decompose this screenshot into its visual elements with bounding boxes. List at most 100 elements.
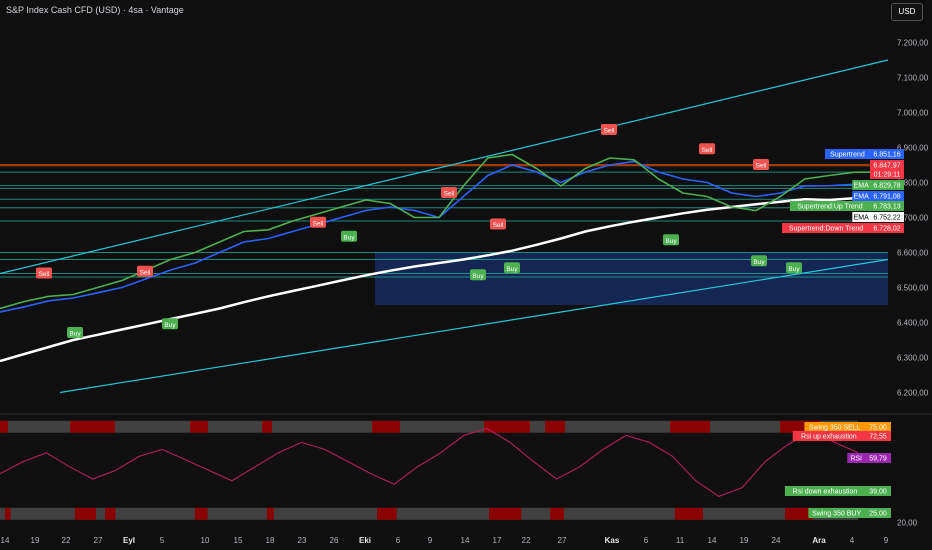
rsi-panel: Swing 350 SELL 75,00 Rsi up exhaustion 72,5… — [0, 413, 932, 528]
rsi-y-tick: 20,00 — [897, 519, 918, 528]
price-label-value: 6.791,08 — [873, 194, 900, 201]
rsi-label-name: Rsi down exhaustion — [793, 489, 858, 496]
rsi-label-value: 25,00 — [869, 511, 887, 518]
x-tick-label: 17 — [493, 536, 502, 545]
signal-buy: Buy — [470, 269, 486, 281]
price-label-name: Supertrend — [830, 152, 865, 159]
signal-buy: Buy — [341, 230, 357, 242]
rsi-label-name: Swing 350 BUY — [812, 511, 861, 518]
signal-sell: Sell — [36, 267, 52, 279]
x-tick-label: 22 — [522, 536, 531, 545]
signal-label: Sell — [140, 269, 151, 276]
x-tick-label: 24 — [772, 536, 781, 545]
y-tick-label: 7.200,00 — [897, 39, 929, 48]
x-tick-label: Kas — [605, 536, 620, 545]
signal-buy: Buy — [751, 255, 767, 267]
rsi-label-name: Rsi up exhaustion — [801, 434, 857, 441]
y-tick-label: 6.200,00 — [897, 389, 929, 398]
rsi-sell-block — [0, 420, 8, 433]
x-tick-label: 5 — [160, 536, 165, 545]
signal-sell: Sell — [441, 187, 457, 198]
rsi-buy-block — [267, 507, 274, 520]
x-tick-label: 27 — [558, 536, 567, 545]
rsi-label-name: Swing 350 SELL — [809, 425, 861, 432]
x-tick-label: 9 — [884, 536, 889, 545]
signal-sell: Sell — [490, 218, 506, 230]
x-axis: 14 19 22 27 Eyl 5 10 15 18 23 26 Eki 6 9 14 17 22 27 Kas 6 1… — [1, 536, 889, 545]
rsi-label-value: 59,79 — [869, 456, 887, 463]
x-tick-label: 19 — [31, 536, 40, 545]
x-tick-label: 10 — [201, 536, 210, 545]
rsi-sell-block — [70, 420, 100, 433]
channel-layer — [0, 59, 889, 394]
signal-label: Sell — [39, 271, 50, 278]
signal-buy: Buy — [786, 262, 802, 274]
rsi-buy-block — [489, 507, 522, 520]
y-tick-label: 6.300,00 — [897, 354, 929, 363]
signal-buy: Buy — [67, 327, 83, 338]
rsi-sell-block — [670, 420, 710, 433]
x-tick-label: 19 — [740, 536, 749, 545]
signal-label: Buy — [788, 266, 800, 273]
signal-label: Buy — [69, 331, 81, 338]
x-tick-label: 14 — [708, 536, 717, 545]
signal-sell: Sell — [601, 124, 617, 135]
x-tick-label: Ara — [812, 536, 826, 545]
rsi-sell-block — [545, 420, 565, 433]
rsi-buy-block — [377, 507, 397, 520]
y-tick-label: 7.000,00 — [897, 109, 929, 118]
signal-label: Buy — [753, 259, 765, 266]
x-tick-label: 18 — [266, 536, 275, 545]
y-tick-label: 6.500,00 — [897, 284, 929, 293]
rsi-label-value: 75,00 — [869, 425, 887, 432]
rsi-buy-block — [195, 507, 208, 520]
x-tick-label: 23 — [298, 536, 307, 545]
x-tick-label: 9 — [428, 536, 433, 545]
signal-label: Buy — [665, 238, 677, 245]
x-tick-label: 22 — [62, 536, 71, 545]
rsi-sell-block — [262, 420, 272, 433]
y-tick-label: 6.600,00 — [897, 249, 929, 258]
signal-label: Buy — [343, 234, 355, 241]
x-tick-label: 15 — [234, 536, 243, 545]
signal-label: Sell — [756, 163, 767, 170]
rsi-line — [0, 427, 859, 498]
signal-label: Buy — [164, 322, 176, 329]
rsi-sell-band — [0, 420, 858, 433]
price-labels: Supertrend 6.851,166.847,9701:29:11EMA 6.8… — [782, 149, 904, 233]
chart-canvas[interactable]: Sell Sell Buy Buy Sell Buy Sell Buy Sell Buy Sell S… — [0, 0, 932, 550]
price-label-value: 6.728,02 — [873, 226, 900, 233]
rsi-buy-block — [5, 507, 11, 520]
rsi-sell-block — [190, 420, 208, 433]
rsi-buy-block — [675, 507, 703, 520]
signal-buy: Buy — [504, 262, 520, 274]
rsi-buy-block — [105, 507, 116, 520]
x-tick-label: Eki — [359, 536, 371, 545]
signal-buy: Buy — [663, 234, 679, 246]
x-tick-label: 14 — [461, 536, 470, 545]
rsi-sell-block — [372, 420, 400, 433]
price-label-name: Supertrend:Down Trend — [789, 226, 863, 233]
x-tick-label: 11 — [676, 536, 685, 545]
y-tick-label: 7.100,00 — [897, 74, 929, 83]
signal-sell: Sell — [137, 265, 153, 277]
signal-label: Sell — [444, 191, 455, 198]
x-tick-label: 26 — [330, 536, 339, 545]
rsi-label-name: RSI — [850, 456, 862, 463]
x-tick-label: 6 — [396, 536, 401, 545]
x-tick-label: 27 — [94, 536, 103, 545]
y-tick-label: 6.400,00 — [897, 319, 929, 328]
signal-label: Sell — [313, 220, 324, 227]
signal-label: Buy — [506, 266, 518, 273]
rsi-sell-block — [100, 420, 115, 433]
x-tick-label: 4 — [850, 536, 855, 545]
price-label-name: EMA — [854, 215, 870, 222]
signal-buy: Buy — [162, 318, 178, 330]
signals-layer: Sell Sell Buy Buy Sell Buy Sell Buy Sell Buy Sell S… — [36, 124, 802, 338]
signal-sell: Sell — [310, 216, 326, 228]
rsi-label-value: 39,00 — [869, 489, 887, 496]
price-label-name: Supertrend:Up Trend — [797, 204, 862, 211]
rsi-buy-block — [75, 507, 96, 520]
x-tick-label: 14 — [1, 536, 10, 545]
signal-label: Sell — [493, 222, 504, 229]
